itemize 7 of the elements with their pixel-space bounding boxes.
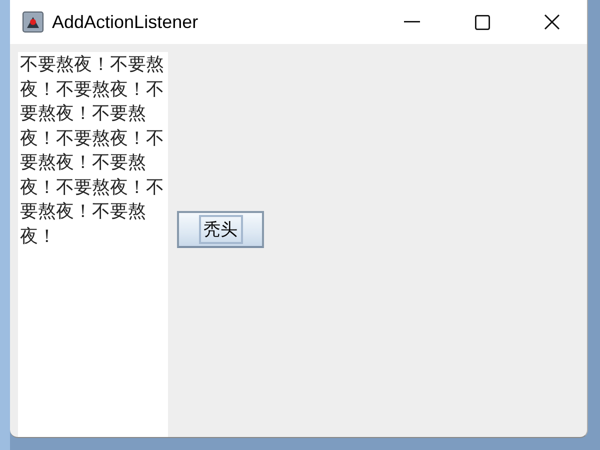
minimize-icon — [404, 21, 420, 23]
app-icon — [22, 11, 44, 33]
maximize-icon — [474, 14, 490, 30]
push-button[interactable]: 秃头 — [177, 211, 264, 248]
text-area[interactable]: 不要熬夜！不要熬夜！不要熬夜！不要熬夜！不要熬夜！不要熬夜！不要熬夜！不要熬夜！不要熬夜！不要熬夜！不要熬夜！ — [18, 52, 168, 437]
close-icon — [544, 14, 560, 30]
window-title: AddActionListener — [52, 12, 200, 32]
